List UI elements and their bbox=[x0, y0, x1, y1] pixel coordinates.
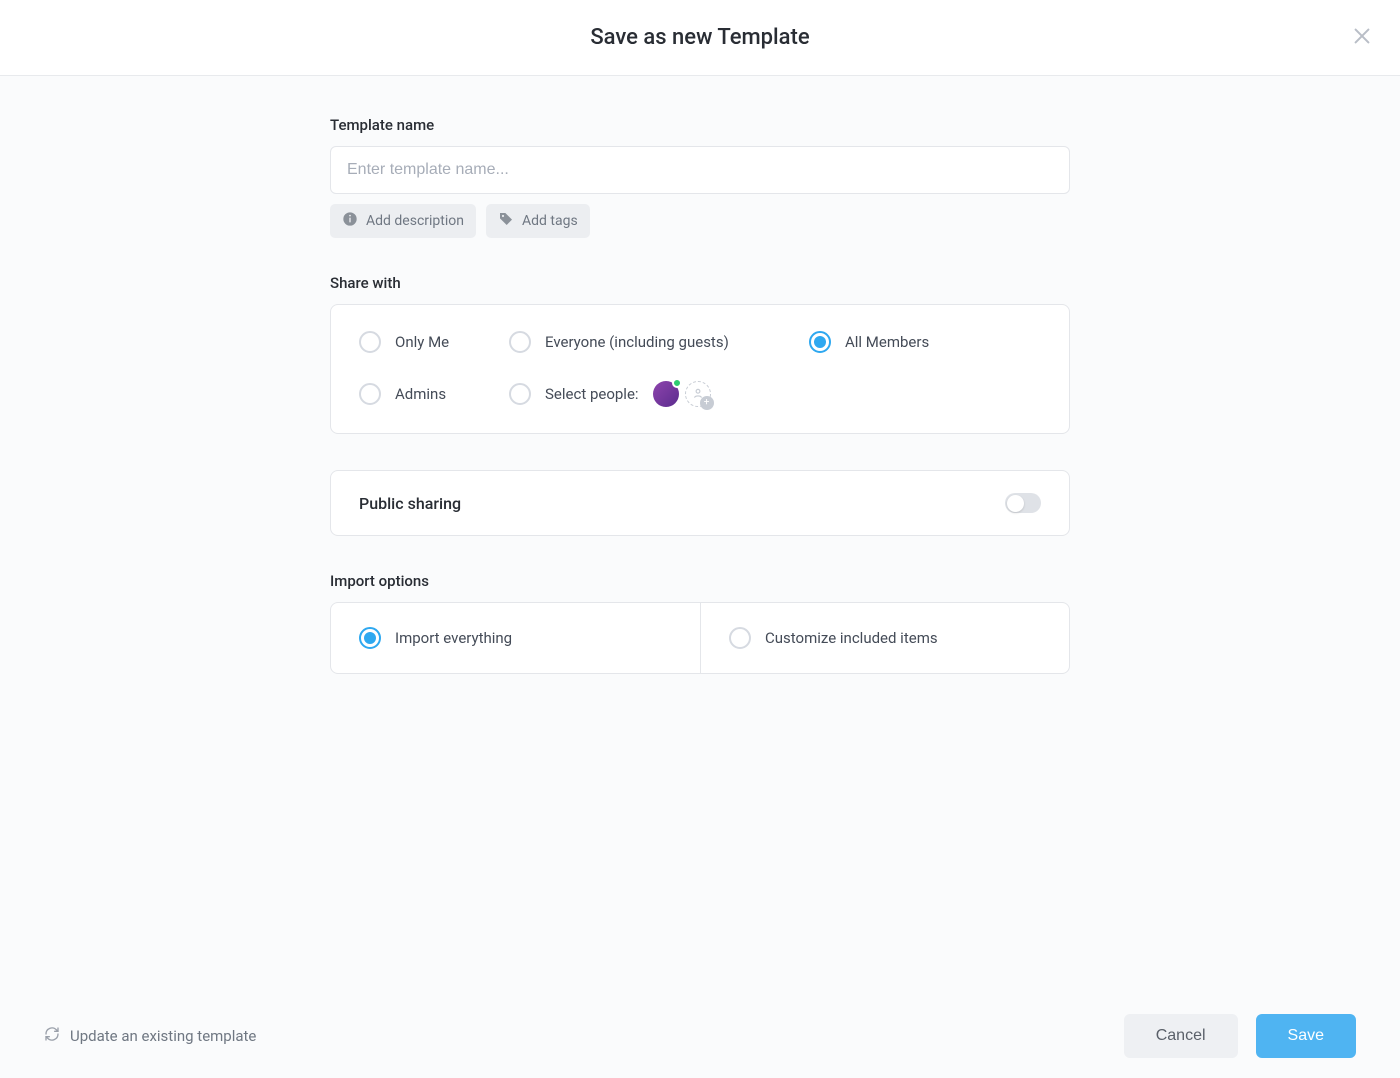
tag-icon bbox=[498, 211, 514, 231]
cancel-button[interactable]: Cancel bbox=[1124, 1014, 1238, 1058]
radio-label: Only Me bbox=[395, 333, 449, 351]
save-button[interactable]: Save bbox=[1256, 1014, 1356, 1058]
radio-icon bbox=[359, 383, 381, 405]
import-option-everything[interactable]: Import everything bbox=[331, 603, 700, 673]
modal-title: Save as new Template bbox=[590, 25, 809, 50]
template-name-label: Template name bbox=[330, 116, 1070, 134]
import-option-customize[interactable]: Customize included items bbox=[700, 603, 1069, 673]
add-description-label: Add description bbox=[366, 213, 464, 229]
add-person-button[interactable]: + bbox=[685, 381, 711, 407]
radio-label: All Members bbox=[845, 333, 929, 351]
radio-label: Everyone (including guests) bbox=[545, 333, 729, 351]
radio-label: Select people: bbox=[545, 385, 639, 403]
public-sharing-row: Public sharing bbox=[330, 470, 1070, 536]
radio-icon bbox=[809, 331, 831, 353]
modal-footer: Update an existing template Cancel Save bbox=[0, 993, 1400, 1078]
share-with-label: Share with bbox=[330, 274, 1070, 292]
plus-icon: + bbox=[700, 396, 714, 410]
public-sharing-toggle[interactable] bbox=[1005, 493, 1041, 513]
public-sharing-label: Public sharing bbox=[359, 494, 461, 513]
template-name-input[interactable] bbox=[330, 146, 1070, 194]
avatar[interactable] bbox=[653, 381, 679, 407]
radio-icon bbox=[359, 627, 381, 649]
add-description-button[interactable]: Add description bbox=[330, 204, 476, 238]
radio-label: Customize included items bbox=[765, 629, 938, 647]
update-existing-template-link[interactable]: Update an existing template bbox=[44, 1026, 256, 1046]
add-tags-button[interactable]: Add tags bbox=[486, 204, 590, 238]
radio-label: Import everything bbox=[395, 629, 512, 647]
share-option-only-me[interactable]: Only Me bbox=[359, 331, 509, 353]
refresh-icon bbox=[44, 1026, 60, 1046]
import-options-box: Import everything Customize included ite… bbox=[330, 602, 1070, 674]
people-picker: + bbox=[653, 381, 711, 407]
share-option-select-people[interactable]: Select people: + bbox=[509, 381, 809, 407]
update-existing-label: Update an existing template bbox=[70, 1027, 256, 1045]
share-with-box: Only Me Everyone (including guests) All … bbox=[330, 304, 1070, 434]
radio-icon bbox=[729, 627, 751, 649]
share-option-everyone[interactable]: Everyone (including guests) bbox=[509, 331, 809, 353]
share-option-all-members[interactable]: All Members bbox=[809, 331, 1041, 353]
radio-icon bbox=[509, 383, 531, 405]
radio-icon bbox=[359, 331, 381, 353]
radio-icon bbox=[509, 331, 531, 353]
add-tags-label: Add tags bbox=[522, 213, 578, 229]
modal-header: Save as new Template bbox=[0, 0, 1400, 76]
info-icon bbox=[342, 211, 358, 231]
share-option-admins[interactable]: Admins bbox=[359, 383, 509, 405]
toggle-knob bbox=[1007, 495, 1024, 512]
import-options-label: Import options bbox=[330, 572, 1070, 590]
presence-indicator bbox=[672, 378, 682, 388]
radio-label: Admins bbox=[395, 385, 446, 403]
close-icon bbox=[1351, 25, 1373, 51]
close-button[interactable] bbox=[1348, 24, 1376, 52]
modal-body: Template name Add description Add tags S… bbox=[0, 76, 1400, 993]
